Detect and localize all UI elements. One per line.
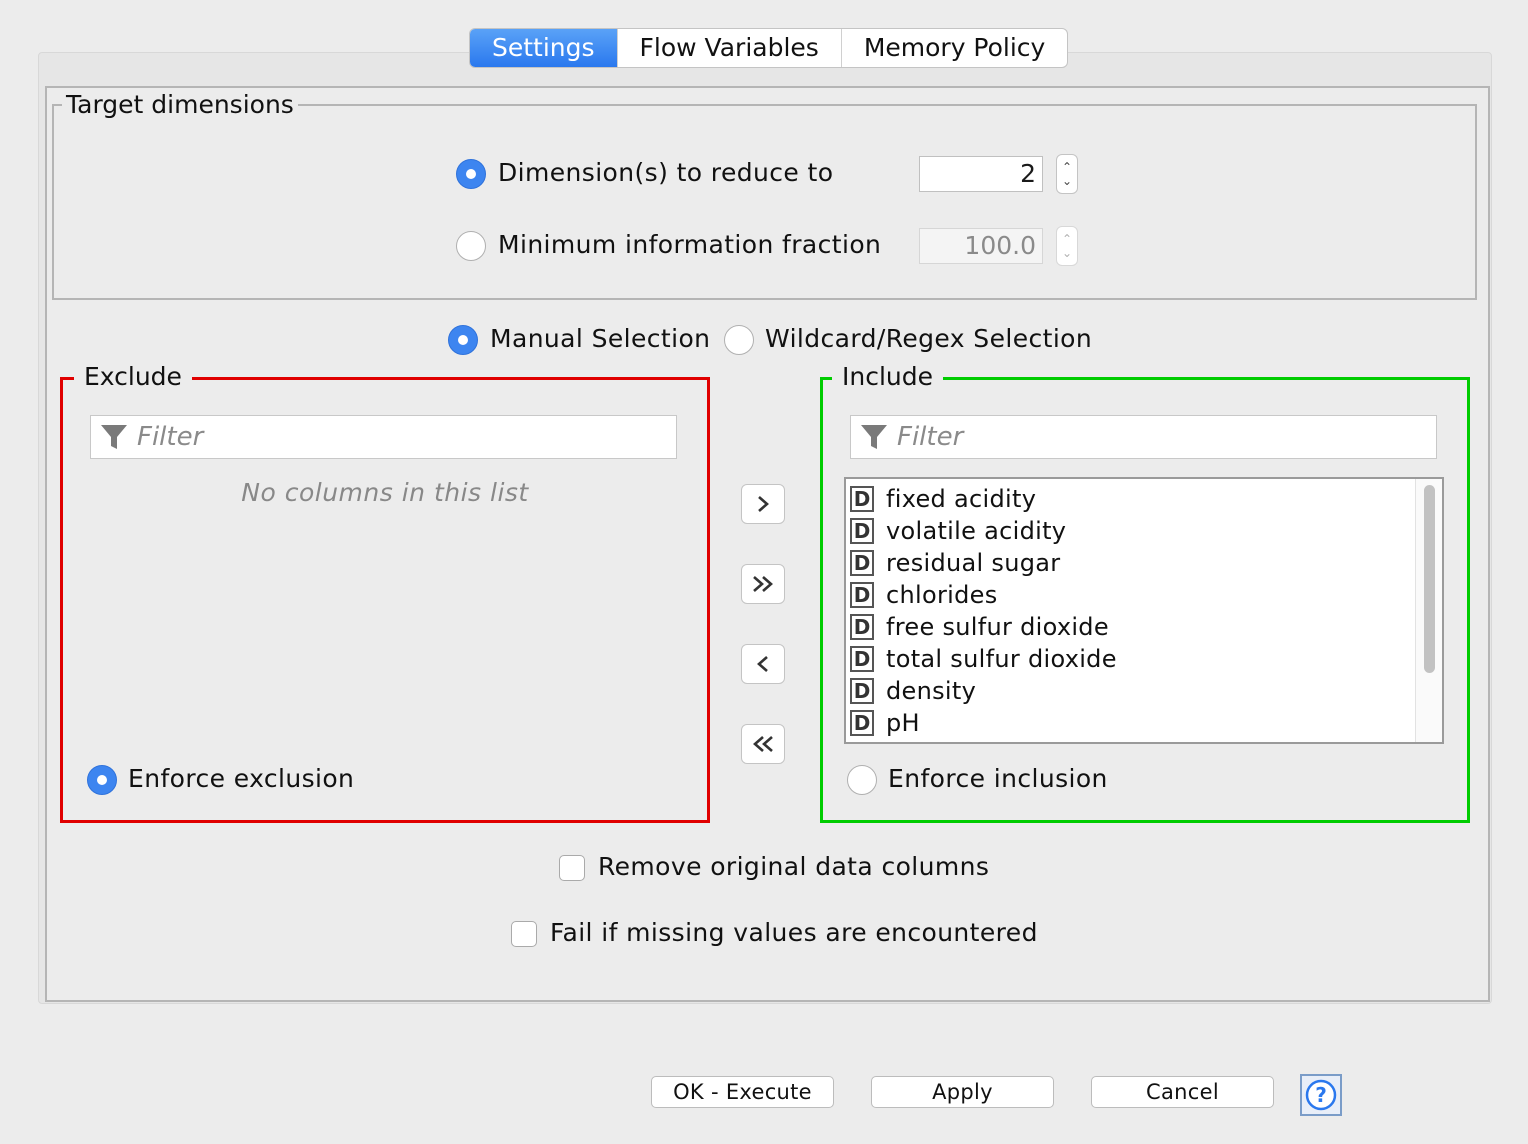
filter-icon bbox=[861, 425, 887, 449]
list-item[interactable]: Dtotal sulfur dioxide bbox=[846, 643, 1416, 675]
list-scrollbar[interactable] bbox=[1415, 479, 1442, 742]
column-label: fixed acidity bbox=[886, 485, 1037, 513]
double-type-icon: D bbox=[850, 550, 874, 576]
include-column-list[interactable]: Dfixed acidity Dvolatile acidity Dresidu… bbox=[844, 477, 1444, 744]
add-all-button[interactable] bbox=[741, 564, 785, 604]
min-info-fraction-label: Minimum information fraction bbox=[498, 230, 882, 259]
include-title: Include bbox=[832, 362, 944, 391]
manual-selection-label: Manual Selection bbox=[490, 324, 711, 353]
help-icon: ? bbox=[1305, 1079, 1337, 1111]
wildcard-selection-label: Wildcard/Regex Selection bbox=[765, 324, 1093, 353]
list-item[interactable]: Dchlorides bbox=[846, 579, 1416, 611]
exclude-empty-message: No columns in this list bbox=[241, 478, 529, 507]
list-item[interactable]: Dvolatile acidity bbox=[846, 515, 1416, 547]
manual-selection-radio[interactable] bbox=[448, 325, 478, 355]
exclude-filter-input[interactable]: Filter bbox=[90, 415, 677, 459]
list-item[interactable]: Ddensity bbox=[846, 675, 1416, 707]
double-type-icon: D bbox=[850, 646, 874, 672]
min-info-fraction-stepper[interactable]: ⌃ ⌄ bbox=[1056, 226, 1078, 266]
enforce-inclusion-label: Enforce inclusion bbox=[888, 764, 1108, 793]
cancel-button[interactable]: Cancel bbox=[1091, 1076, 1274, 1108]
include-filter-placeholder: Filter bbox=[897, 422, 964, 452]
column-label: free sulfur dioxide bbox=[886, 613, 1109, 641]
dimensions-input[interactable]: 2 bbox=[919, 156, 1043, 192]
chevron-up-icon: ⌃ bbox=[1061, 160, 1073, 174]
tab-settings[interactable]: Settings bbox=[470, 29, 618, 67]
column-label: density bbox=[886, 677, 977, 705]
tab-flow-variables[interactable]: Flow Variables bbox=[618, 29, 842, 67]
include-filter-input[interactable]: Filter bbox=[850, 415, 1437, 459]
add-button[interactable] bbox=[741, 484, 785, 524]
double-type-icon: D bbox=[850, 614, 874, 640]
list-item[interactable]: Dresidual sugar bbox=[846, 547, 1416, 579]
column-label: residual sugar bbox=[886, 549, 1061, 577]
remove-original-checkbox[interactable] bbox=[559, 855, 585, 881]
exclude-title: Exclude bbox=[74, 362, 192, 391]
chevron-right-icon bbox=[758, 496, 769, 512]
column-label: total sulfur dioxide bbox=[886, 645, 1117, 673]
dimensions-label: Dimension(s) to reduce to bbox=[498, 158, 834, 187]
double-type-icon: D bbox=[850, 710, 874, 736]
chevron-down-icon: ⌄ bbox=[1061, 246, 1073, 260]
fail-missing-label: Fail if missing values are encountered bbox=[550, 918, 1038, 947]
dimensions-stepper[interactable]: ⌃ ⌄ bbox=[1056, 154, 1078, 194]
exclude-filter-placeholder: Filter bbox=[137, 422, 204, 452]
tab-memory-policy[interactable]: Memory Policy bbox=[842, 29, 1068, 67]
tab-bar: Settings Flow Variables Memory Policy bbox=[469, 28, 1069, 68]
min-info-fraction-input[interactable]: 100.0 bbox=[919, 228, 1043, 264]
enforce-inclusion-radio[interactable] bbox=[847, 765, 877, 795]
enforce-exclusion-label: Enforce exclusion bbox=[128, 764, 355, 793]
list-item[interactable]: Dfixed acidity bbox=[846, 483, 1416, 515]
chevron-up-icon: ⌃ bbox=[1061, 232, 1073, 246]
list-item[interactable]: DpH bbox=[846, 707, 1416, 739]
fail-missing-checkbox[interactable] bbox=[511, 921, 537, 947]
target-dimensions-group bbox=[52, 104, 1477, 300]
scrollbar-thumb[interactable] bbox=[1424, 485, 1435, 673]
remove-button[interactable] bbox=[741, 644, 785, 684]
apply-button[interactable]: Apply bbox=[871, 1076, 1054, 1108]
help-button[interactable]: ? bbox=[1300, 1074, 1342, 1116]
enforce-exclusion-radio[interactable] bbox=[87, 765, 117, 795]
chevron-left-icon bbox=[757, 656, 768, 672]
remove-original-label: Remove original data columns bbox=[598, 852, 990, 881]
column-label: volatile acidity bbox=[886, 517, 1067, 545]
remove-all-button[interactable] bbox=[741, 724, 785, 764]
column-label: chlorides bbox=[886, 581, 998, 609]
ok-execute-button[interactable]: OK - Execute bbox=[651, 1076, 834, 1108]
svg-text:?: ? bbox=[1315, 1083, 1327, 1107]
double-chevron-right-icon bbox=[753, 576, 773, 592]
target-dimensions-title: Target dimensions bbox=[62, 90, 298, 119]
chevron-down-icon: ⌄ bbox=[1061, 174, 1073, 188]
column-label: pH bbox=[886, 709, 920, 737]
dimensions-radio[interactable] bbox=[456, 159, 486, 189]
double-chevron-left-icon bbox=[753, 736, 773, 752]
wildcard-selection-radio[interactable] bbox=[724, 325, 754, 355]
filter-icon bbox=[101, 425, 127, 449]
double-type-icon: D bbox=[850, 518, 874, 544]
double-type-icon: D bbox=[850, 582, 874, 608]
double-type-icon: D bbox=[850, 678, 874, 704]
double-type-icon: D bbox=[850, 486, 874, 512]
list-item[interactable]: Dfree sulfur dioxide bbox=[846, 611, 1416, 643]
min-info-fraction-radio[interactable] bbox=[456, 231, 486, 261]
